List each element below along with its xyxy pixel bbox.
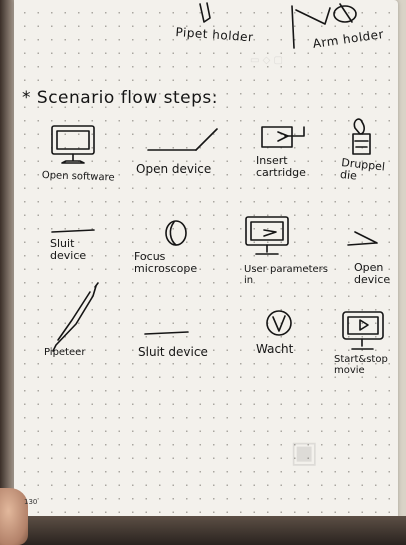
step-label-user-parameters: User parameters in xyxy=(244,264,328,286)
step-label-wacht: Wacht xyxy=(256,342,294,356)
monitor-icon xyxy=(51,125,95,164)
step-label-start-stop-movie: Start&stop movie xyxy=(334,354,388,376)
step-label-open-device-2: Open device xyxy=(354,261,391,287)
pipet-holder-sketch-icon xyxy=(199,2,211,23)
monitor-play-icon xyxy=(342,311,384,350)
step-label-open-device: Open device xyxy=(136,162,212,176)
cartridge-insert-icon xyxy=(261,126,305,148)
page-number: 130 xyxy=(24,498,38,506)
pipette-icon xyxy=(52,282,99,352)
droplet-bottle-icon xyxy=(352,118,371,155)
step-label-druppel-die: Druppel die xyxy=(339,156,386,183)
step-label-insert-cartridge: Insert cartridge xyxy=(256,154,306,180)
closed-lid-icon-2 xyxy=(144,331,189,335)
step-label-pipeteer: Pipeteer xyxy=(44,347,86,358)
notebook-bottom-shadow xyxy=(0,516,406,545)
ink-drawings xyxy=(51,2,384,352)
closed-lid-icon xyxy=(51,229,95,233)
scenario-heading: * Scenario flow steps: xyxy=(22,88,218,108)
step-label-sluit-device-2: Sluit device xyxy=(138,345,208,359)
open-lid-icon-2 xyxy=(347,231,378,246)
focus-lens-icon xyxy=(165,220,187,246)
thumb xyxy=(0,488,28,545)
step-label-sluit-device: Sluit device xyxy=(50,237,87,263)
clock-icon xyxy=(266,310,292,336)
open-lid-icon xyxy=(147,128,218,151)
monitor-input-icon xyxy=(245,216,289,255)
step-label-focus-microscope: Focus microscope xyxy=(134,250,198,276)
